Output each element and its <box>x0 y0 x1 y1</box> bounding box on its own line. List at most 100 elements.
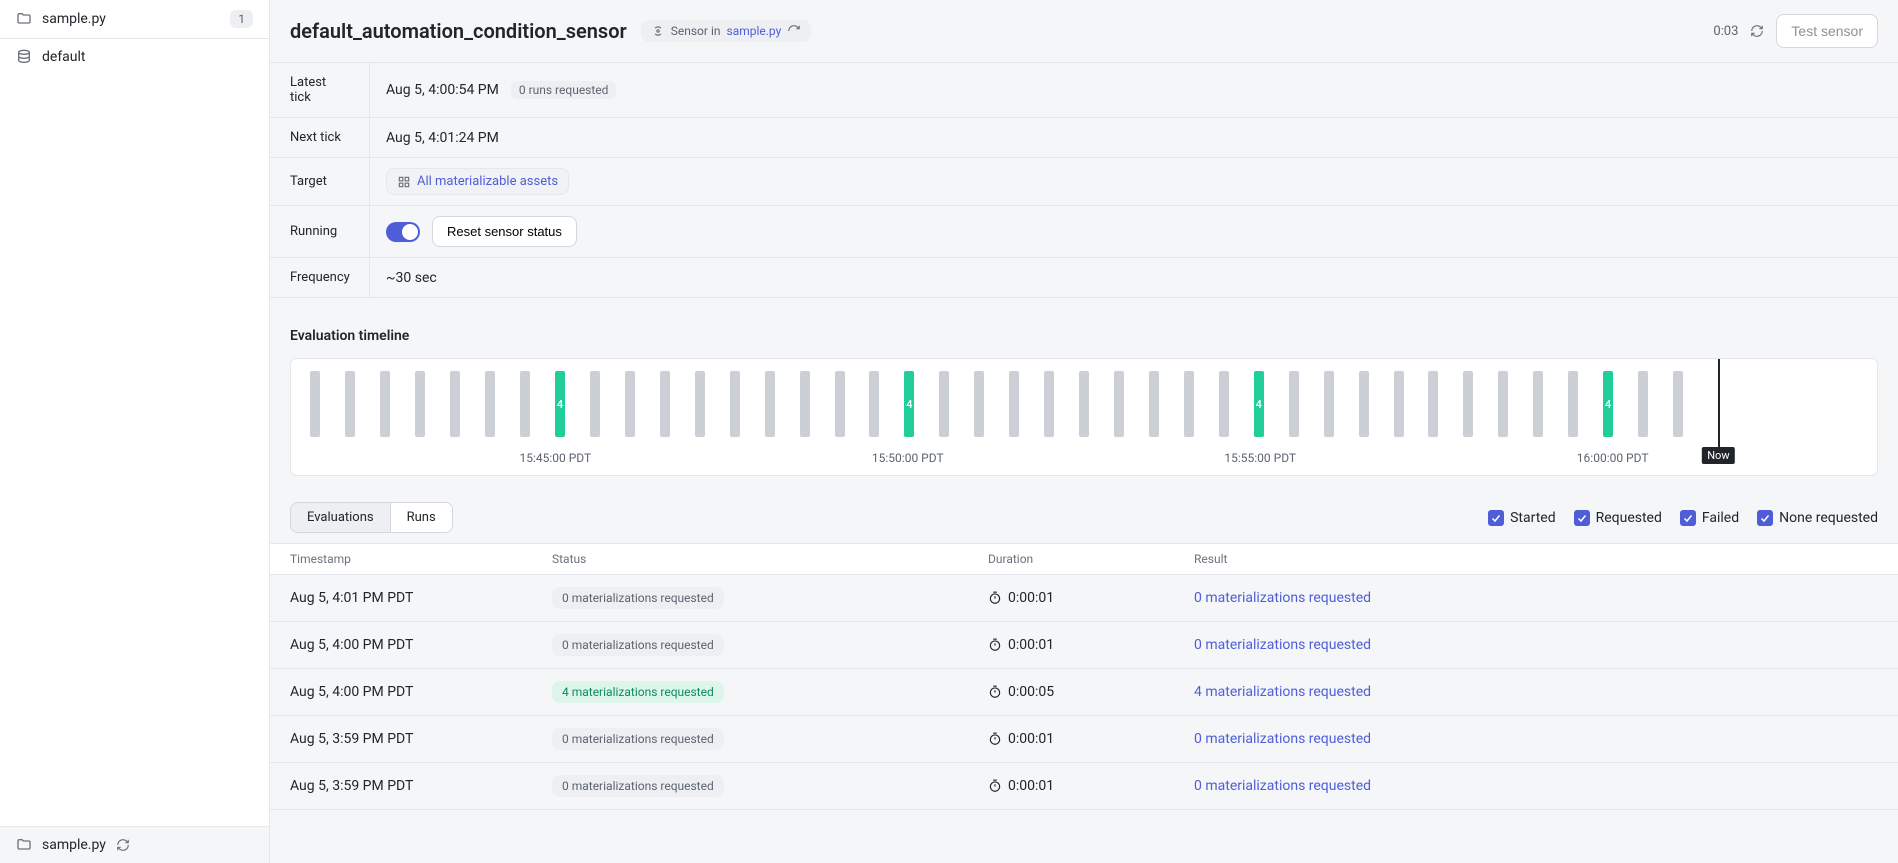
evaluations-table: Timestamp Status Duration Result Aug 5, … <box>270 543 1898 810</box>
info-label-running: Running <box>270 206 370 257</box>
sidebar-item-default[interactable]: default <box>0 39 269 75</box>
cell-status: 0 materializations requested <box>532 716 968 762</box>
filter-none-requested[interactable]: None requested <box>1757 510 1878 526</box>
timeline-bar[interactable]: 4 <box>893 367 926 445</box>
timeline-bar[interactable] <box>1801 367 1834 445</box>
timeline-bar[interactable] <box>823 367 856 445</box>
timeline-bar[interactable] <box>369 367 402 445</box>
timeline-bar[interactable] <box>509 367 542 445</box>
timeline-bar[interactable] <box>1452 367 1485 445</box>
timeline-bar[interactable]: 4 <box>544 367 577 445</box>
page-header: default_automation_condition_sensor Sens… <box>270 0 1898 62</box>
filter-started[interactable]: Started <box>1488 510 1556 526</box>
timeline-bar[interactable] <box>1417 367 1450 445</box>
sidebar-item-label: default <box>42 49 86 65</box>
cell-timestamp: Aug 5, 3:59 PM PDT <box>270 766 532 806</box>
result-link[interactable]: 0 materializations requested <box>1194 731 1371 747</box>
sidebar-item-sample[interactable]: sample.py 1 <box>0 0 269 39</box>
timeline-bar[interactable] <box>648 367 681 445</box>
result-link[interactable]: 0 materializations requested <box>1194 637 1371 653</box>
main-content: default_automation_condition_sensor Sens… <box>270 0 1898 863</box>
timeline-bar[interactable] <box>1627 367 1660 445</box>
timeline-bar[interactable] <box>474 367 507 445</box>
timeline-bar[interactable]: 4 <box>1242 367 1275 445</box>
now-line <box>1718 359 1720 455</box>
tabs-row: Evaluations Runs Started Requested Failed N… <box>270 492 1898 543</box>
badge-link[interactable]: sample.py <box>727 24 782 38</box>
table-row[interactable]: Aug 5, 3:59 PM PDT 0 materializations req… <box>270 763 1898 810</box>
running-toggle[interactable] <box>386 222 420 242</box>
status-pill: 0 materializations requested <box>552 634 724 656</box>
sidebar-footer[interactable]: sample.py <box>0 826 269 863</box>
table-row[interactable]: Aug 5, 4:00 PM PDT0 materializations req… <box>270 622 1898 669</box>
cell-duration: 0:00:01 <box>968 625 1174 665</box>
timeline-bar[interactable] <box>1172 367 1205 445</box>
filter-label: None requested <box>1779 510 1878 526</box>
timeline-bar[interactable] <box>1557 367 1590 445</box>
timeline-bar[interactable] <box>1277 367 1310 445</box>
timeline-bar[interactable] <box>1522 367 1555 445</box>
timeline-bar[interactable] <box>998 367 1031 445</box>
result-link[interactable]: 0 materializations requested <box>1194 778 1371 794</box>
timeline-bar[interactable] <box>1836 367 1869 445</box>
status-pill: 0 materializations requested <box>552 728 724 750</box>
cell-result: 0 materializations requested <box>1174 766 1898 806</box>
result-link[interactable]: 4 materializations requested <box>1194 684 1371 700</box>
table-row[interactable]: Aug 5, 4:00 PM PDT4 materializations req… <box>270 669 1898 716</box>
timeline-bar[interactable] <box>1487 367 1520 445</box>
refresh-icon[interactable] <box>787 24 801 38</box>
test-sensor-button[interactable]: Test sensor <box>1776 14 1878 48</box>
filter-label: Failed <box>1702 510 1739 526</box>
timeline-bar[interactable] <box>1033 367 1066 445</box>
timeline-bar[interactable] <box>1662 367 1695 445</box>
cell-duration: 0:00:05 <box>968 672 1174 712</box>
info-label-frequency: Frequency <box>270 258 370 297</box>
table-row[interactable]: Aug 5, 4:01 PM PDT0 materializations req… <box>270 575 1898 622</box>
timeline-bar[interactable] <box>1347 367 1380 445</box>
table-row[interactable]: Aug 5, 3:59 PM PDT0 materializations req… <box>270 716 1898 763</box>
tab-evaluations[interactable]: Evaluations <box>291 503 390 532</box>
refresh-icon[interactable] <box>116 838 130 852</box>
timeline-bar[interactable] <box>683 367 716 445</box>
status-pill: 4 materializations requested <box>552 681 724 703</box>
timeline-bar[interactable] <box>1138 367 1171 445</box>
filter-failed[interactable]: Failed <box>1680 510 1739 526</box>
timeline-bar[interactable] <box>788 367 821 445</box>
timeline-bar[interactable] <box>1766 367 1799 445</box>
refresh-icon[interactable] <box>1750 24 1764 38</box>
filter-requested[interactable]: Requested <box>1574 510 1662 526</box>
timeline-bar[interactable] <box>299 367 332 445</box>
timeline-bar[interactable]: 4 <box>1592 367 1625 445</box>
timeline-bar[interactable] <box>963 367 996 445</box>
timeline-bar[interactable] <box>1068 367 1101 445</box>
timeline-bar[interactable] <box>334 367 367 445</box>
timeline-bar[interactable] <box>1382 367 1415 445</box>
timeline-bar[interactable] <box>1312 367 1345 445</box>
tab-runs[interactable]: Runs <box>390 503 452 532</box>
timeline-bar[interactable] <box>613 367 646 445</box>
timeline-bar[interactable] <box>928 367 961 445</box>
tab-group: Evaluations Runs <box>290 502 453 533</box>
result-link[interactable]: 0 materializations requested <box>1194 590 1371 606</box>
timeline-bar[interactable] <box>1731 367 1764 445</box>
timeline-bar[interactable] <box>858 367 891 445</box>
timeline-bar[interactable] <box>1697 367 1730 445</box>
filters: Started Requested Failed None requested <box>1488 510 1878 526</box>
timeline-bar[interactable] <box>1207 367 1240 445</box>
timeline-bar[interactable] <box>1103 367 1136 445</box>
timeline-bar[interactable] <box>404 367 437 445</box>
target-badge[interactable]: All materializable assets <box>386 168 569 195</box>
timeline-axis: 15:45:00 PDT15:50:00 PDT15:55:00 PDT16:0… <box>291 451 1877 475</box>
cell-duration: 0:00:01 <box>968 578 1174 618</box>
timeline-bar[interactable] <box>439 367 472 445</box>
cell-result: 0 materializations requested <box>1174 625 1898 665</box>
table-header: Timestamp Status Duration Result <box>270 543 1898 575</box>
timeline-bar[interactable] <box>718 367 751 445</box>
reset-sensor-button[interactable]: Reset sensor status <box>432 216 577 247</box>
timeline-bar[interactable] <box>753 367 786 445</box>
timeline-bar[interactable] <box>579 367 612 445</box>
th-duration: Duration <box>968 544 1174 574</box>
cell-status: 0 materializations requested <box>532 622 968 668</box>
sensor-icon <box>651 24 665 38</box>
folder-icon <box>16 837 32 853</box>
